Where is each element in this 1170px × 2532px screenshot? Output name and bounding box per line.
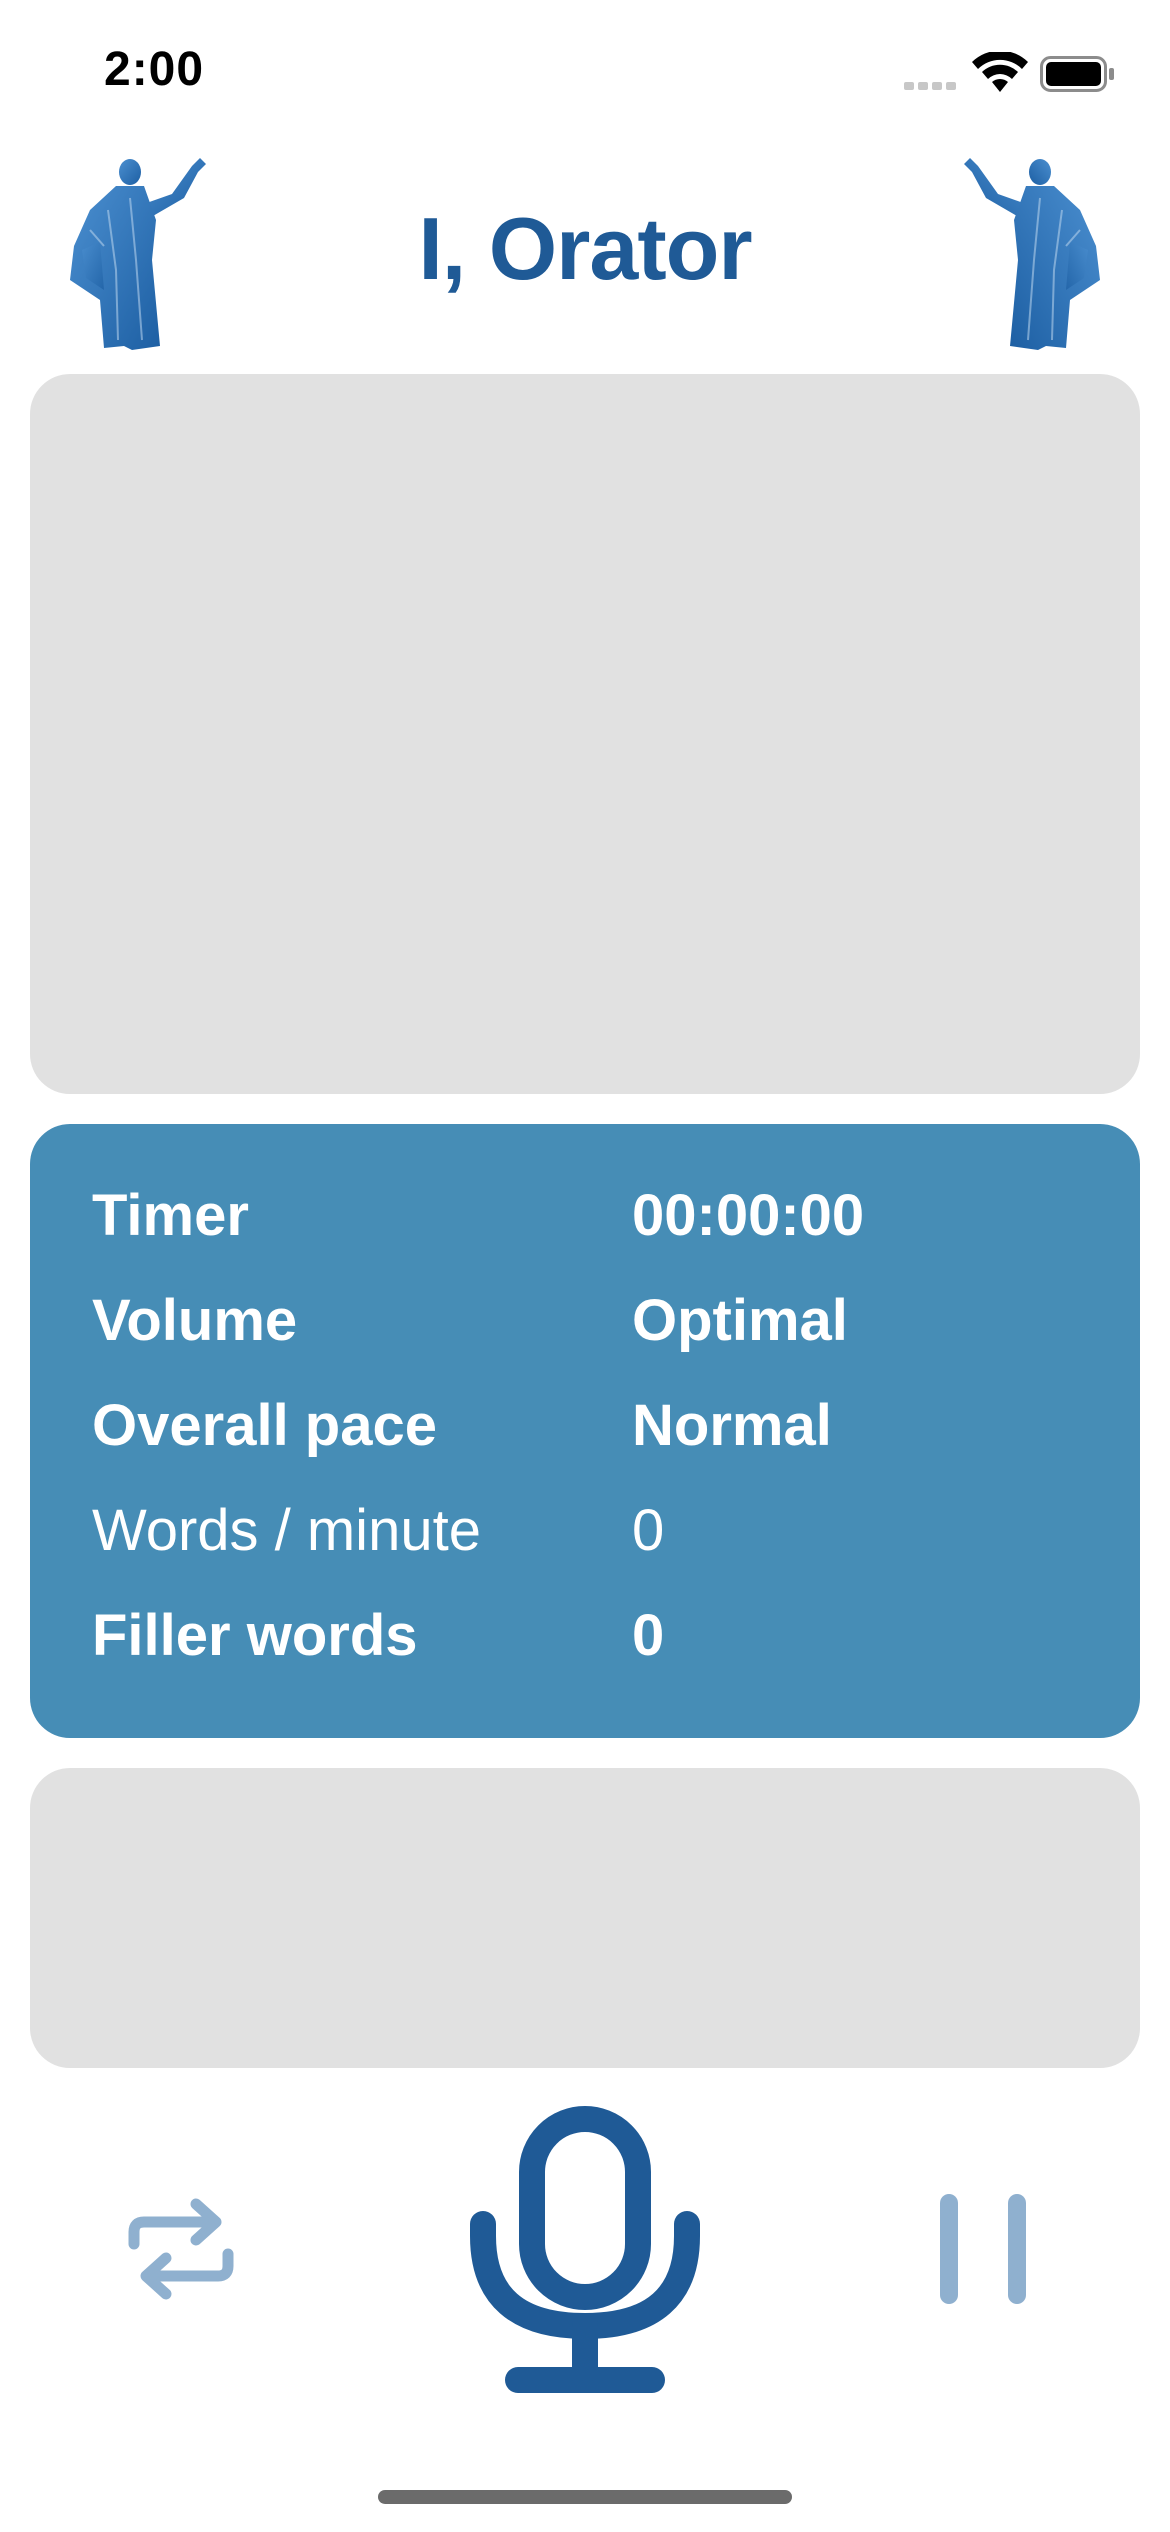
home-indicator[interactable] [378,2490,792,2504]
stat-row-volume: Volume Optimal [92,1287,1092,1367]
status-time: 2:00 [104,43,205,96]
orator-statue-icon [964,158,1100,350]
stat-row-pace: Overall pace Normal [92,1392,1092,1472]
controls-bar [0,2090,1170,2410]
timer-label: Timer [92,1183,249,1248]
volume-label: Volume [92,1288,298,1353]
pace-label: Overall pace [92,1393,437,1458]
status-bar: 2:00 [0,0,1170,140]
timer-value: 00:00:00 [632,1183,865,1248]
wifi-icon [972,52,1028,92]
filler-value: 0 [632,1603,665,1668]
pause-icon[interactable] [940,2194,1030,2304]
repeat-icon[interactable] [126,2194,236,2304]
stat-row-timer: Timer 00:00:00 [92,1182,1092,1262]
transcript-panel[interactable] [30,374,1140,1094]
stats-panel: Timer 00:00:00 Volume Optimal Overall pa… [30,1124,1140,1738]
wpm-value: 0 [632,1498,665,1563]
app-header: I, Orator [0,140,1170,350]
wpm-label: Words / minute [92,1498,481,1563]
feedback-panel [30,1768,1140,2068]
microphone-icon[interactable] [470,2106,700,2396]
battery-icon [1040,56,1114,92]
pace-value: Normal [632,1393,832,1458]
stat-row-wpm: Words / minute 0 [92,1497,1092,1577]
cellular-signal-icon [904,82,956,90]
stat-row-filler: Filler words 0 [92,1602,1092,1682]
volume-value: Optimal [632,1288,848,1353]
filler-label: Filler words [92,1603,418,1668]
